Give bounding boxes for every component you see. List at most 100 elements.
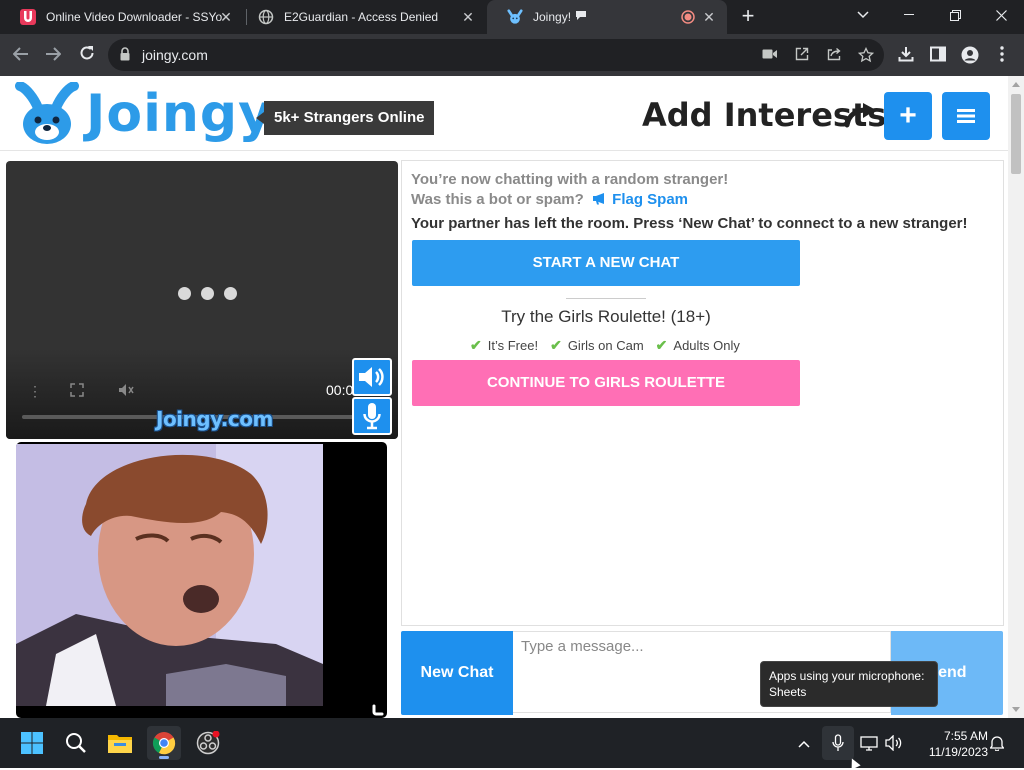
- tab-ssyoutube[interactable]: Online Video Downloader - SSYo ✕: [0, 0, 244, 34]
- mute-video-icon[interactable]: [118, 383, 134, 400]
- close-tab-icon[interactable]: ✕: [701, 9, 717, 25]
- person-singing-image: [16, 444, 323, 706]
- kebab-menu-icon[interactable]: [992, 46, 1012, 64]
- notification-bell-icon[interactable]: [989, 735, 1005, 754]
- address-bar[interactable]: joingy.com: [108, 39, 884, 71]
- strangers-online-badge: 5k+ Strangers Online: [255, 101, 435, 135]
- perk-item: ✔ Girls on Cam: [550, 337, 644, 354]
- chat-log-panel: You’re now chatting with a random strang…: [401, 160, 1004, 626]
- tooltip-line: Apps using your microphone:: [769, 669, 925, 683]
- chat-status-line: You’re now chatting with a random strang…: [411, 171, 729, 188]
- close-tab-icon[interactable]: ✕: [218, 9, 234, 25]
- partner-left-message: Your partner has left the room. Press ‘N…: [411, 215, 968, 232]
- start-new-chat-button[interactable]: START A NEW CHAT: [412, 240, 800, 286]
- fullscreen-icon[interactable]: [70, 383, 84, 400]
- microphone-usage-tooltip: Apps using your microphone: Sheets: [760, 661, 938, 707]
- browser-toolbar: joingy.com: [0, 34, 1024, 76]
- new-tab-button[interactable]: +: [737, 5, 759, 27]
- close-tab-icon[interactable]: ✕: [460, 9, 476, 25]
- logo-text: Joingy: [86, 84, 274, 144]
- restore-button[interactable]: [932, 0, 978, 30]
- chrome-icon[interactable]: [147, 726, 181, 760]
- joingy-logo[interactable]: Joingy: [14, 82, 273, 146]
- scroll-up-arrow-icon[interactable]: [1012, 82, 1020, 87]
- lock-icon[interactable]: [120, 47, 130, 61]
- loading-dots: [178, 287, 237, 300]
- new-chat-button[interactable]: New Chat: [401, 631, 513, 715]
- site-header: Joingy 5k+ Strangers Online Add Interest…: [0, 76, 1008, 151]
- search-icon[interactable]: [59, 726, 93, 760]
- network-icon[interactable]: [860, 735, 878, 754]
- checkmark-icon: ✔: [655, 337, 668, 353]
- minimize-button[interactable]: [886, 0, 932, 30]
- tab-e2guardian[interactable]: E2Guardian - Access Denied ✕: [238, 0, 486, 34]
- flag-spam-label[interactable]: Flag Spam: [612, 191, 688, 208]
- tab-title: Joingy!: [533, 10, 572, 24]
- spam-prompt-text: Was this a bot or spam?: [411, 191, 584, 208]
- roulette-perks: ✔ It’s Free! ✔ Girls on Cam ✔ Adults Only: [470, 337, 740, 354]
- add-interest-button[interactable]: +: [884, 92, 932, 140]
- tab-search-chevron-icon[interactable]: [840, 0, 886, 30]
- ssyoutube-icon: [20, 9, 36, 25]
- perk-item: ✔ Adults Only: [656, 337, 740, 354]
- section-divider: [566, 298, 646, 299]
- joingy-page: Joingy 5k+ Strangers Online Add Interest…: [0, 76, 1008, 718]
- perk-label: Adults Only: [673, 338, 740, 353]
- back-arrow-icon[interactable]: [9, 43, 33, 67]
- tab-joingy[interactable]: Joingy! ✕: [487, 0, 727, 34]
- plus-icon: +: [899, 99, 917, 132]
- profile-avatar-icon[interactable]: [960, 46, 980, 64]
- windows-taskbar: 7:55 AM 11/19/2023: [0, 718, 1024, 768]
- camera-in-use-icon[interactable]: [762, 47, 778, 63]
- side-panel-icon[interactable]: [928, 46, 948, 64]
- scroll-down-arrow-icon[interactable]: [1012, 707, 1020, 712]
- joingy-watermark: Joingy.com: [156, 407, 273, 431]
- windows-start-icon[interactable]: [15, 726, 49, 760]
- perk-label: It’s Free!: [487, 338, 539, 353]
- resize-handle-icon[interactable]: [372, 702, 386, 716]
- curved-arrow-icon: [844, 103, 876, 128]
- bunny-logo-icon: [15, 82, 79, 144]
- chat-bubble-icon: [575, 10, 587, 24]
- open-in-new-icon[interactable]: [794, 47, 810, 63]
- system-clock[interactable]: 7:55 AM 11/19/2023: [912, 728, 988, 760]
- obs-icon[interactable]: [191, 726, 225, 760]
- file-explorer-icon[interactable]: [103, 726, 137, 760]
- forward-arrow-icon[interactable]: [41, 43, 65, 67]
- tab-title: E2Guardian - Access Denied: [284, 10, 439, 24]
- bookmark-star-icon[interactable]: [857, 46, 875, 63]
- share-icon[interactable]: [826, 47, 842, 63]
- clock-date: 11/19/2023: [928, 745, 988, 759]
- volume-icon[interactable]: [885, 734, 903, 754]
- video-time: 00:0: [326, 382, 354, 398]
- globe-icon: [258, 9, 274, 25]
- microphone-button[interactable]: [352, 397, 392, 435]
- flag-spam-link[interactable]: Flag Spam: [588, 191, 688, 208]
- perk-label: Girls on Cam: [567, 338, 644, 353]
- microphone-tray-icon[interactable]: [822, 726, 854, 760]
- url-text[interactable]: joingy.com: [142, 47, 208, 63]
- stranger-video[interactable]: ⋮ 00:0 Joingy.com: [6, 161, 398, 439]
- continue-girls-roulette-button[interactable]: CONTINUE TO GIRLS ROULETTE: [412, 360, 800, 406]
- roulette-title: Try the Girls Roulette! (18+): [501, 307, 711, 326]
- perk-item: ✔ It’s Free!: [470, 337, 538, 354]
- close-window-button[interactable]: [978, 0, 1024, 30]
- webcam-frame: [16, 444, 323, 706]
- joingy-bunny-icon: [507, 9, 523, 25]
- recording-icon: [681, 10, 695, 24]
- self-video: [16, 442, 387, 718]
- reload-icon[interactable]: [75, 43, 99, 67]
- megaphone-icon: [592, 193, 604, 205]
- scrollbar-thumb[interactable]: [1011, 94, 1021, 174]
- more-options-icon[interactable]: ⋮: [28, 383, 42, 400]
- microphone-icon: [363, 403, 381, 430]
- checkmark-icon: ✔: [550, 337, 562, 353]
- speaker-button[interactable]: [352, 358, 392, 396]
- page-scrollbar[interactable]: [1008, 76, 1024, 718]
- hamburger-menu-button[interactable]: [942, 92, 990, 140]
- tab-title: Online Video Downloader - SSYo: [46, 10, 223, 24]
- checkmark-icon: ✔: [470, 337, 482, 353]
- download-icon[interactable]: [896, 46, 916, 64]
- show-hidden-icons-chevron-icon[interactable]: [798, 735, 810, 751]
- speaker-icon: [359, 367, 384, 387]
